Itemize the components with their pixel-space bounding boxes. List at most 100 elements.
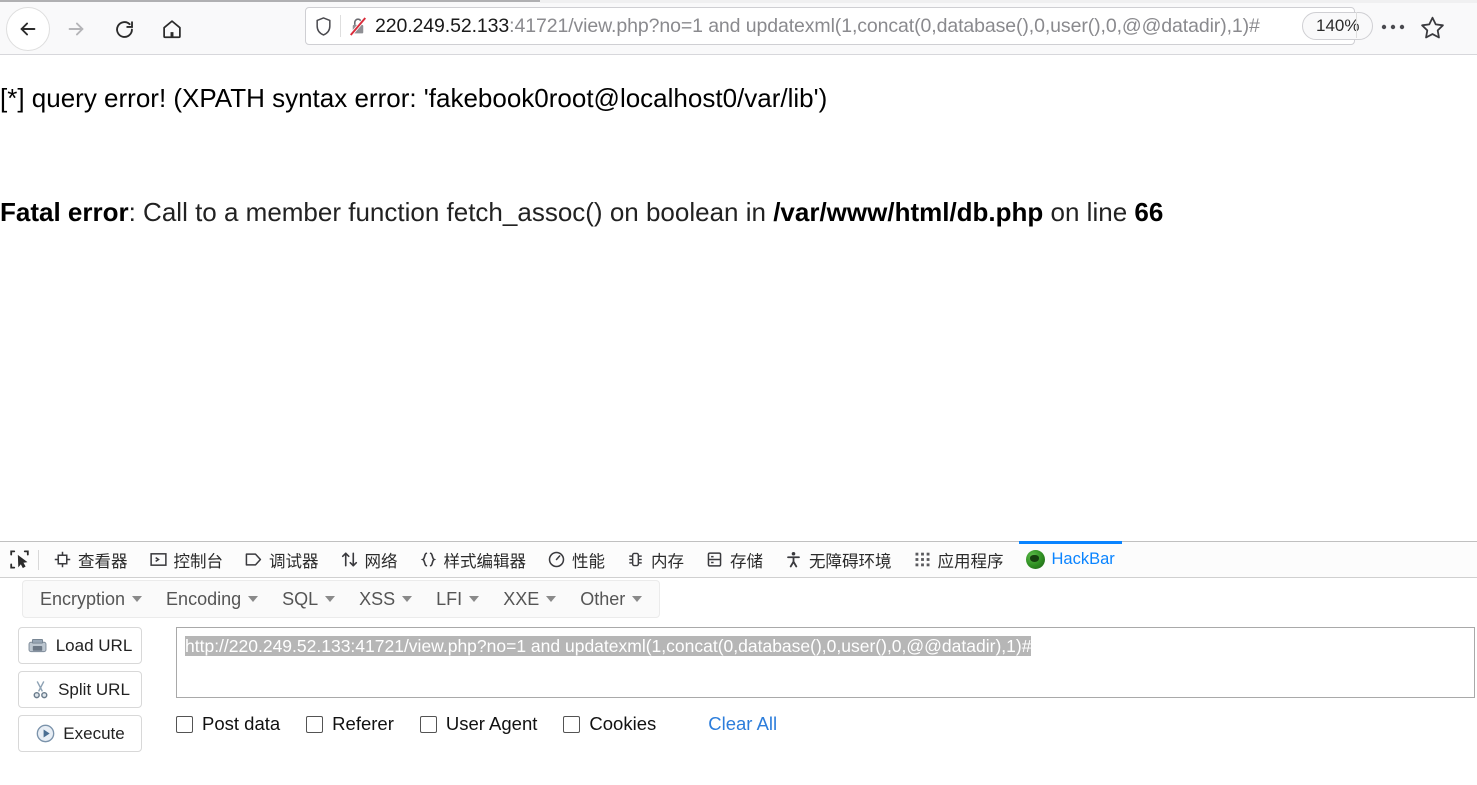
execute-button[interactable]: Execute — [18, 715, 142, 752]
tab-application[interactable]: 应用程序 — [903, 542, 1015, 577]
fatal-error-label: Fatal error — [0, 197, 129, 227]
browser-toolbar: 220.249.52.133:41721/view.php?no=1 and u… — [0, 0, 1477, 55]
checkbox-cookies[interactable]: Cookies — [563, 713, 656, 735]
menu-encoding[interactable]: Encoding — [155, 583, 269, 616]
button-label: Execute — [63, 723, 125, 743]
hackbar-options-row: Post data Referer User Agent Cookies Cle… — [176, 707, 777, 741]
tab-label: 查看器 — [78, 552, 128, 571]
tab-debugger[interactable]: 调试器 — [234, 542, 330, 577]
shield-icon[interactable] — [306, 16, 340, 37]
fatal-error-file: /var/www/html/db.php — [773, 197, 1044, 227]
page-viewport: [*] query error! (XPATH syntax error: 'f… — [0, 56, 1477, 541]
devtools-divider — [38, 549, 39, 570]
fatal-error-line-number: 66 — [1134, 197, 1164, 227]
fatal-error-middle: : Call to a member function fetch_assoc(… — [128, 197, 774, 227]
lock-insecure-icon[interactable] — [341, 16, 375, 37]
split-url-button[interactable]: Split URL — [18, 671, 142, 708]
url-bar[interactable]: 220.249.52.133:41721/view.php?no=1 and u… — [305, 7, 1355, 45]
hackbar-action-buttons: Load URL Split URL Execute — [18, 627, 142, 759]
home-icon — [161, 18, 183, 40]
tab-label: 内存 — [651, 552, 684, 571]
load-url-button[interactable]: Load URL — [18, 627, 142, 664]
menu-encryption[interactable]: Encryption — [29, 583, 153, 616]
element-picker-icon[interactable] — [0, 543, 38, 577]
menu-label: Other — [580, 588, 626, 609]
load-url-icon — [28, 636, 48, 656]
url-text[interactable]: 220.249.52.133:41721/view.php?no=1 and u… — [375, 8, 1314, 44]
clear-all-link[interactable]: Clear All — [708, 713, 777, 735]
chevron-down-icon — [469, 596, 480, 602]
performance-icon — [548, 551, 565, 568]
menu-label: XSS — [359, 588, 396, 609]
tab-network[interactable]: 网络 — [330, 542, 409, 577]
checkbox-referer[interactable]: Referer — [306, 713, 394, 735]
tab-label: 样式编辑器 — [443, 552, 527, 571]
chevron-down-icon — [632, 596, 643, 602]
menu-label: XXE — [503, 588, 540, 609]
chevron-down-icon — [402, 596, 413, 602]
checkbox-box — [563, 715, 581, 733]
hackbar-icon — [1025, 550, 1045, 569]
storage-icon — [706, 551, 723, 568]
console-icon — [149, 551, 167, 568]
fatal-error-online: on line — [1043, 197, 1135, 227]
scissors-icon — [30, 680, 50, 700]
tab-label: 性能 — [572, 552, 605, 571]
menu-label: Encryption — [40, 588, 126, 609]
tab-label: HackBar — [1051, 550, 1115, 568]
chevron-down-icon — [248, 596, 259, 602]
button-label: Split URL — [58, 679, 130, 699]
back-arrow-icon — [17, 18, 39, 40]
memory-icon — [627, 551, 644, 568]
devtools-tabbar: 查看器 控制台 调试器 网络 样式编辑器 性能 内存 存储 无障碍环境 应用程序… — [0, 541, 1477, 578]
zoom-level-indicator[interactable]: 140% — [1302, 12, 1374, 40]
forward-button[interactable] — [54, 7, 98, 51]
checkbox-label: User Agent — [445, 713, 538, 734]
tab-label: 存储 — [730, 552, 763, 571]
back-button[interactable] — [6, 7, 50, 51]
checkbox-post-data[interactable]: Post data — [176, 713, 280, 735]
devtools-panel: 查看器 控制台 调试器 网络 样式编辑器 性能 内存 存储 无障碍环境 应用程序… — [0, 541, 1477, 785]
menu-label: LFI — [436, 588, 463, 609]
checkbox-box — [419, 715, 437, 733]
checkbox-label: Post data — [202, 713, 281, 734]
toolbar-divider — [1356, 12, 1357, 38]
star-icon[interactable] — [1413, 8, 1451, 46]
checkbox-user-agent[interactable]: User Agent — [419, 713, 538, 735]
tab-storage[interactable]: 存储 — [695, 542, 774, 577]
forward-arrow-icon — [65, 18, 87, 40]
network-icon — [341, 551, 358, 568]
application-icon — [914, 551, 931, 568]
menu-xss[interactable]: XSS — [348, 583, 423, 616]
checkbox-box — [176, 715, 193, 733]
home-button[interactable] — [150, 7, 194, 51]
tab-inspector[interactable]: 查看器 — [43, 542, 139, 577]
menu-other[interactable]: Other — [569, 583, 653, 616]
play-icon — [35, 724, 55, 744]
menu-label: SQL — [282, 588, 319, 609]
checkbox-label: Referer — [332, 713, 394, 734]
tab-hackbar[interactable]: HackBar — [1015, 541, 1126, 577]
tab-memory[interactable]: 内存 — [616, 542, 695, 577]
url-path: :41721/view.php?no=1 and updatexml(1,con… — [509, 15, 1260, 37]
tab-style-editor[interactable]: 样式编辑器 — [409, 542, 538, 577]
reload-button[interactable] — [102, 7, 146, 51]
url-host: 220.249.52.133 — [375, 15, 510, 37]
chevron-down-icon — [546, 596, 557, 602]
menu-lfi[interactable]: LFI — [425, 583, 490, 616]
accessibility-icon — [785, 551, 802, 568]
tab-performance[interactable]: 性能 — [537, 542, 616, 577]
menu-label: Encoding — [166, 588, 242, 609]
tab-label: 控制台 — [173, 552, 224, 571]
hackbar-url-value: http://220.249.52.133:41721/view.php?no=… — [185, 636, 1032, 656]
tab-console[interactable]: 控制台 — [139, 542, 235, 577]
menu-xxe[interactable]: XXE — [492, 583, 567, 616]
tab-label: 无障碍环境 — [809, 552, 892, 571]
tab-strip-edge-right — [540, 0, 1477, 3]
hackbar-url-textarea[interactable]: http://220.249.52.133:41721/view.php?no=… — [176, 627, 1475, 698]
ellipsis-icon[interactable] — [1373, 10, 1413, 44]
navigation-button-group — [0, 3, 194, 55]
menu-sql[interactable]: SQL — [271, 583, 346, 616]
reload-icon — [114, 19, 135, 40]
tab-accessibility[interactable]: 无障碍环境 — [774, 542, 903, 577]
